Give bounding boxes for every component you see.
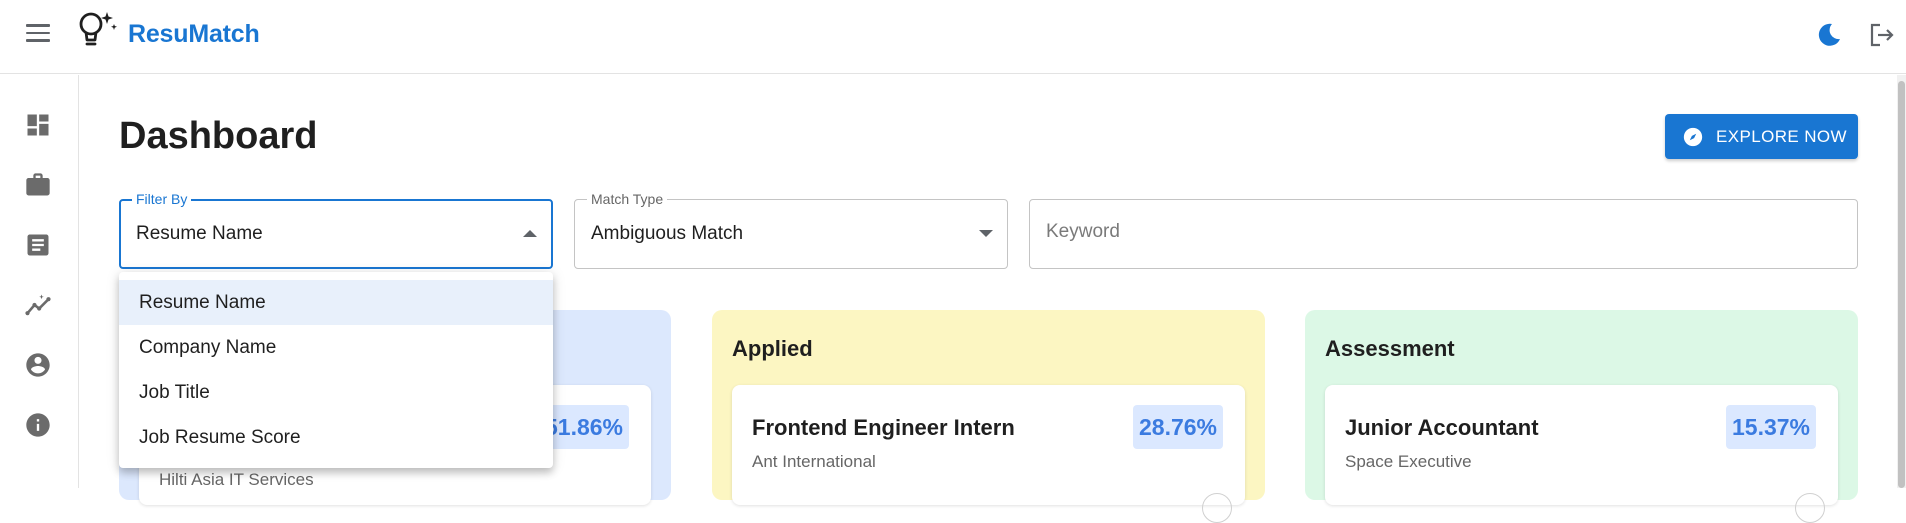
column-title: Assessment [1325,336,1455,361]
top-app-bar: ResuMatch [0,0,1906,74]
card-company: Hilti Asia IT Services [159,470,314,489]
filter-by-menu: Resume Name Company Name Job Title Job R… [119,272,553,468]
moon-icon[interactable] [1813,20,1843,50]
filter-by-label: Filter By [132,191,192,207]
logout-icon[interactable] [1866,20,1896,50]
score-badge: 15.37% [1725,405,1816,449]
menu-item-job-resume-score[interactable]: Job Resume Score [119,415,553,460]
menu-item-job-title[interactable]: Job Title [119,370,553,415]
page-scrollbar[interactable] [1897,75,1906,488]
card-action-icon[interactable] [1202,493,1232,523]
match-type-select[interactable]: Match Type Ambiguous Match [574,191,1008,269]
caret-down-icon [979,230,993,237]
card-company: Ant International [752,452,876,471]
keyword-field[interactable] [1029,199,1858,269]
filter-by-value: Resume Name [136,223,263,244]
explore-now-label: EXPLORE NOW [1716,126,1847,146]
explore-now-button[interactable]: EXPLORE NOW [1665,114,1858,159]
hamburger-icon[interactable] [26,24,50,44]
match-type-value: Ambiguous Match [591,223,744,244]
brand-name[interactable]: ResuMatch [128,20,260,49]
column-assessment: Assessment Junior Accountant Space Execu… [1305,310,1858,523]
sidebar [0,75,79,488]
card-title: Frontend Engineer Intern [752,415,1015,440]
column-title: Applied [732,336,813,361]
keyword-input[interactable] [1046,221,1846,243]
page-title: Dashboard [119,115,318,157]
insights-icon[interactable] [24,291,52,319]
dashboard-icon[interactable] [24,111,52,139]
info-icon[interactable] [24,411,52,439]
score-badge: 28.76% [1132,405,1223,449]
card-company: Space Executive [1345,452,1472,471]
lightbulb-sparkle-icon [79,12,117,46]
caret-up-icon [523,230,537,237]
menu-item-resume-name[interactable]: Resume Name [119,280,553,325]
account-icon[interactable] [24,351,52,379]
menu-item-company-name[interactable]: Company Name [119,325,553,370]
column-applied: Applied Frontend Engineer Intern Ant Int… [712,310,1265,523]
job-card[interactable]: Frontend Engineer Intern Ant Internation… [732,385,1245,523]
briefcase-icon[interactable] [24,171,52,199]
compass-icon [1683,127,1703,146]
job-card[interactable]: Junior Accountant Space Executive 15.37% [1325,385,1838,523]
document-icon[interactable] [24,231,52,259]
card-action-icon[interactable] [1795,493,1825,523]
match-type-label: Match Type [587,191,668,207]
card-title: Junior Accountant [1345,415,1539,440]
filter-by-select[interactable]: Filter By Resume Name [119,191,553,269]
scrollbar-thumb[interactable] [1898,81,1905,488]
